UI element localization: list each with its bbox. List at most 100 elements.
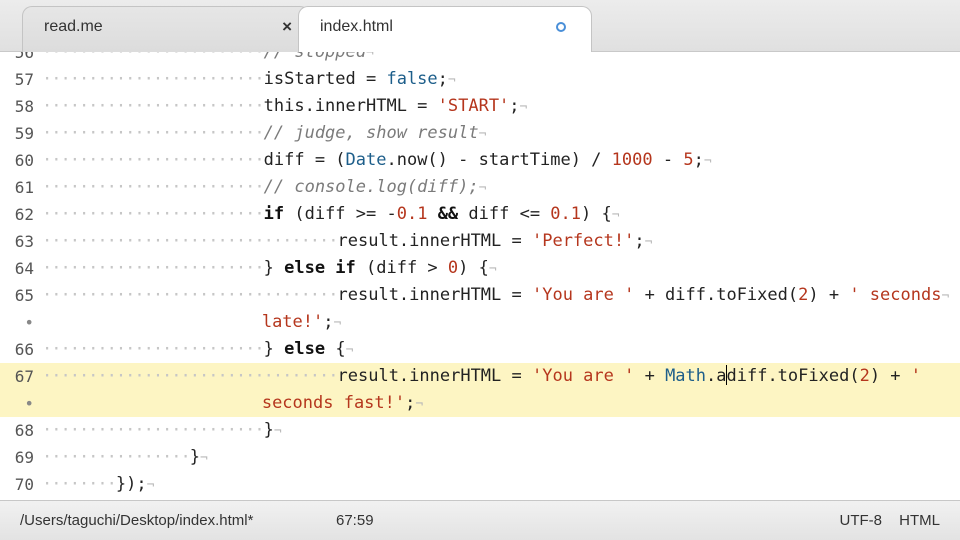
tab-label: index.html: [320, 18, 393, 35]
code-token: result.innerHTML =: [337, 231, 532, 251]
code-line[interactable]: 69 ················}¬: [0, 444, 960, 471]
code-token: ;: [323, 312, 334, 332]
cursor-position[interactable]: 67:59: [336, 512, 374, 529]
line-number: 64: [14, 259, 34, 278]
close-icon[interactable]: ×: [282, 17, 292, 37]
line-number: 68: [14, 421, 34, 440]
code-token: (diff >: [355, 258, 448, 278]
eol-marker: ¬: [415, 397, 424, 412]
whitespace-guide: ························: [42, 339, 265, 359]
grammar-selector[interactable]: HTML: [899, 512, 940, 529]
code-line[interactable]: 66 ························} else {¬: [0, 336, 960, 363]
encoding-selector[interactable]: UTF-8: [840, 512, 883, 529]
code-text: ························}¬: [42, 417, 282, 445]
code-line[interactable]: 56 ························// stopped¬: [0, 52, 960, 66]
code-token: ;: [509, 96, 520, 116]
code-line[interactable]: 67 ································result…: [0, 363, 960, 390]
line-number: 67: [14, 367, 34, 386]
code-token: 1000: [611, 150, 653, 170]
whitespace-guide: ························: [42, 204, 265, 224]
code-line[interactable]: 70 ········});¬: [0, 471, 960, 498]
code-token: ;: [437, 69, 448, 89]
tab-bar: read.me × index.html: [0, 0, 960, 53]
whitespace-guide: ································: [42, 285, 339, 305]
code-token: 'START': [437, 96, 510, 116]
wrapped-line[interactable]: • late!';¬: [0, 309, 960, 336]
code-token: {: [325, 339, 346, 359]
whitespace-guide: ································: [42, 366, 339, 386]
code-token: 0.1: [550, 204, 582, 224]
code-token: else: [284, 339, 326, 359]
whitespace-guide: ························: [42, 177, 265, 197]
code-text: ························} else {¬: [42, 336, 353, 364]
status-bar: /Users/taguchi/Desktop/index.html* 67:59…: [0, 500, 960, 540]
code-token: .now() - startTime) /: [386, 150, 612, 170]
wrapped-line[interactable]: • seconds fast!';¬: [0, 390, 960, 417]
whitespace-guide: ························: [42, 150, 265, 170]
code-text: ························isStarted = fals…: [42, 66, 456, 94]
code-token: false: [386, 69, 438, 89]
code-text: ························// stopped¬: [42, 52, 374, 67]
code-token: ' seconds: [849, 285, 942, 305]
code-token: ) +: [808, 285, 850, 305]
code-token: diff.toFixed(: [726, 366, 860, 386]
code-token: late!': [261, 312, 324, 332]
whitespace-guide: ································: [42, 231, 339, 251]
line-number: 60: [14, 151, 34, 170]
modified-dot-icon[interactable]: [556, 22, 566, 32]
code-token: seconds fast!': [261, 393, 406, 413]
code-line[interactable]: 64 ························} else if (dif…: [0, 255, 960, 282]
code-text: ························if (diff >= -0.1…: [42, 201, 620, 229]
code-token: else if: [284, 258, 356, 278]
line-number: 59: [14, 124, 34, 143]
tab-label: read.me: [44, 18, 103, 35]
code-editor[interactable]: 56 ························// stopped¬ 57 ·…: [0, 52, 960, 500]
code-text: ································result.i…: [42, 228, 652, 256]
code-text: ········});¬: [42, 471, 154, 499]
tab-index-html[interactable]: index.html: [298, 6, 592, 53]
code-token: ': [910, 366, 922, 386]
eol-marker: ¬: [644, 235, 653, 250]
line-number: 62: [14, 205, 34, 224]
code-token: }: [263, 258, 285, 278]
code-token: }: [263, 420, 274, 440]
eol-marker: ¬: [478, 181, 487, 196]
line-number: 58: [14, 97, 34, 116]
line-number: 66: [14, 340, 34, 359]
code-token: // judge, show result: [263, 123, 479, 143]
code-line[interactable]: 60 ························diff = (Date.n…: [0, 147, 960, 174]
eol-marker: ¬: [519, 100, 528, 115]
code-line[interactable]: 61 ························// console.log…: [0, 174, 960, 201]
code-token: &&: [437, 204, 459, 224]
tab-read-me[interactable]: read.me ×: [22, 6, 310, 52]
code-line[interactable]: 57 ························isStarted = fa…: [0, 66, 960, 93]
code-line[interactable]: 63 ································result…: [0, 228, 960, 255]
code-token: result.innerHTML =: [337, 285, 532, 305]
code-token: 'Perfect!': [531, 231, 635, 251]
line-number: •: [24, 394, 34, 413]
eol-marker: ¬: [488, 262, 497, 277]
code-token: 2: [859, 366, 870, 386]
code-token: 0.1: [396, 204, 428, 224]
code-token: ) {: [581, 204, 612, 224]
code-line[interactable]: 59 ························// judge, show…: [0, 120, 960, 147]
code-token: ) {: [458, 258, 489, 278]
code-text: ················}¬: [42, 444, 208, 472]
whitespace-guide: ········: [42, 474, 117, 494]
code-token: if: [263, 204, 285, 224]
line-number: 69: [14, 448, 34, 467]
code-line[interactable]: 62 ························if (diff >= -0…: [0, 201, 960, 228]
code-line[interactable]: 65 ································result…: [0, 282, 960, 309]
code-token: isStarted =: [263, 69, 387, 89]
code-line[interactable]: 58 ························this.innerHTML…: [0, 93, 960, 120]
line-number: 57: [14, 70, 34, 89]
code-line[interactable]: 68 ························}¬: [0, 417, 960, 444]
whitespace-guide: ················: [42, 447, 191, 467]
line-number: •: [24, 313, 34, 332]
eol-marker: ¬: [478, 127, 487, 142]
code-token: }: [189, 447, 201, 467]
whitespace-guide: ························: [42, 123, 265, 143]
file-path: /Users/taguchi/Desktop/index.html*: [20, 512, 254, 529]
code-token: }: [263, 339, 285, 359]
code-token: .a: [706, 366, 727, 386]
